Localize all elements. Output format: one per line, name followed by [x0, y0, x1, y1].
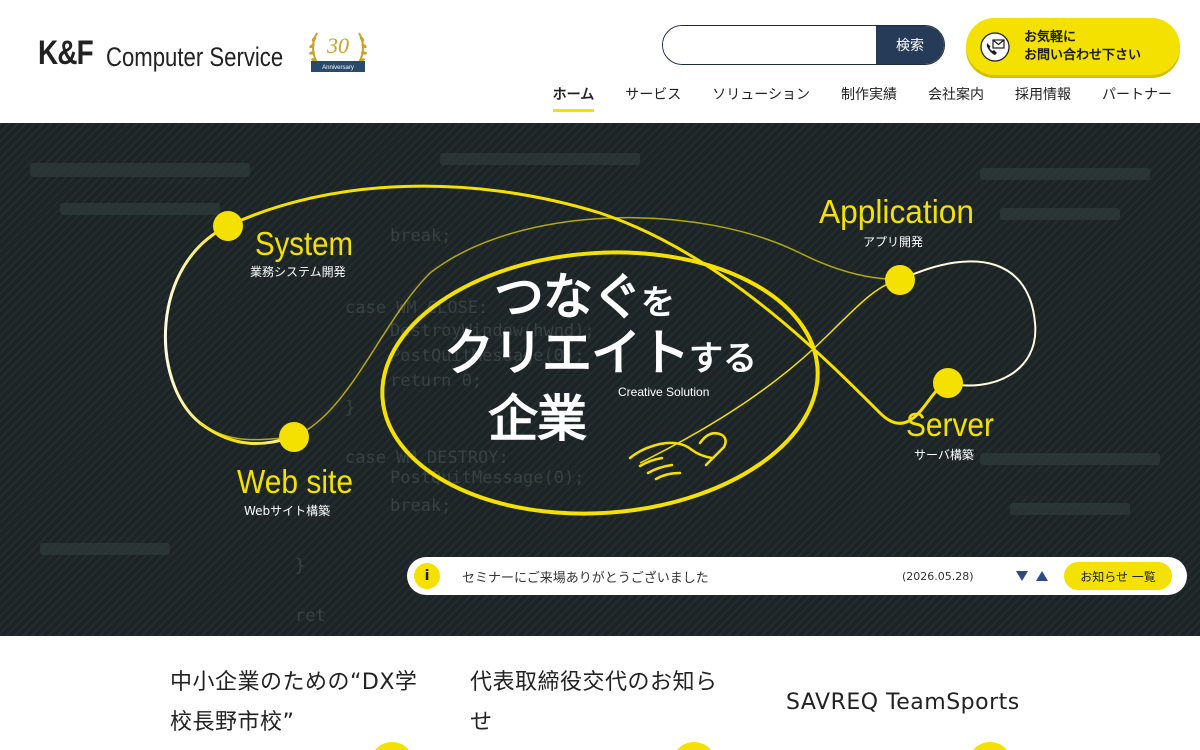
website-sublabel: Webサイト構築 — [244, 503, 330, 518]
news-headline[interactable]: セミナーにご来場ありがとうございました — [462, 567, 902, 586]
search-form: 検索 — [662, 25, 945, 65]
system-dot — [213, 211, 243, 241]
application-label[interactable]: Application — [819, 193, 974, 230]
card-title-savreq[interactable]: SAVREQ TeamSports — [786, 683, 1020, 723]
card-dot-icon — [968, 742, 1012, 750]
arrow-down-icon[interactable] — [1016, 571, 1028, 581]
contact-button[interactable]: お気軽に お問い合わせ下さい — [966, 18, 1180, 75]
nav-works[interactable]: 制作実績 — [841, 84, 897, 110]
news-date: (2026.05.28) — [902, 569, 974, 583]
svg-text:Anniversary: Anniversary — [322, 65, 354, 71]
contact-label: お気軽に お問い合わせ下さい — [1024, 29, 1142, 63]
search-button[interactable]: 検索 — [876, 26, 944, 64]
system-label[interactable]: System — [255, 225, 353, 262]
svg-text:PostQuitMessage(0);: PostQuitMessage(0); — [390, 468, 584, 488]
hero-headline-line2: クリエイトする — [444, 324, 757, 382]
website-label[interactable]: Web site — [237, 463, 353, 500]
server-sublabel: サーバ構築 — [914, 447, 974, 462]
nav-home[interactable]: ホーム — [552, 84, 594, 112]
site-header: K&F Computer Service 30 Anniversary 検索 お… — [0, 0, 1200, 123]
logo-company-name: Computer Service — [106, 42, 284, 72]
site-logo[interactable]: K&F Computer Service — [38, 34, 322, 73]
nav-solutions[interactable]: ソリューション — [712, 84, 810, 110]
card-title-dx[interactable]: 中小企業のための“DX学 校長野市校” — [170, 663, 417, 743]
hero-headline-line3: 企業 — [488, 390, 587, 448]
news-list-button[interactable]: お知らせ 一覧 — [1064, 562, 1172, 590]
website-dot — [279, 422, 309, 452]
anniversary-badge-icon: 30 Anniversary — [309, 32, 367, 72]
svg-text:break;: break; — [390, 226, 451, 246]
phone-mail-icon — [980, 31, 1010, 62]
card-title-ceo-change[interactable]: 代表取締役交代のお知ら せ — [470, 663, 718, 743]
search-input[interactable] — [663, 26, 876, 64]
news-ticker: i セミナーにご来場ありがとうございました (2026.05.28) お知らせ … — [407, 557, 1187, 595]
application-dot — [885, 265, 915, 295]
main-nav: ホーム サービス ソリューション 制作実績 会社案内 採用情報 パートナー — [522, 84, 1172, 112]
info-icon: i — [414, 563, 440, 589]
nav-recruit[interactable]: 採用情報 — [1015, 84, 1071, 110]
svg-text:}: } — [295, 556, 305, 576]
nav-partner[interactable]: パートナー — [1102, 84, 1172, 110]
nav-company[interactable]: 会社案内 — [928, 84, 984, 110]
svg-text:break;: break; — [390, 496, 451, 516]
server-label[interactable]: Server — [906, 406, 994, 443]
nav-services[interactable]: サービス — [625, 84, 681, 110]
card-dot-icon — [672, 742, 716, 750]
svg-text:}: } — [345, 398, 355, 418]
server-dot — [933, 368, 963, 398]
logo-kf: K&F — [38, 34, 94, 72]
svg-text:30: 30 — [326, 33, 349, 58]
arrow-up-icon[interactable] — [1036, 571, 1048, 581]
card-dot-icon — [370, 742, 414, 750]
application-sublabel: アプリ開発 — [863, 235, 923, 249]
svg-text:ret: ret — [295, 606, 326, 626]
tagline: Creative Solution — [618, 385, 709, 399]
system-sublabel: 業務システム開発 — [250, 265, 346, 279]
svg-text:case WM_DESTROY:: case WM_DESTROY: — [345, 448, 509, 468]
